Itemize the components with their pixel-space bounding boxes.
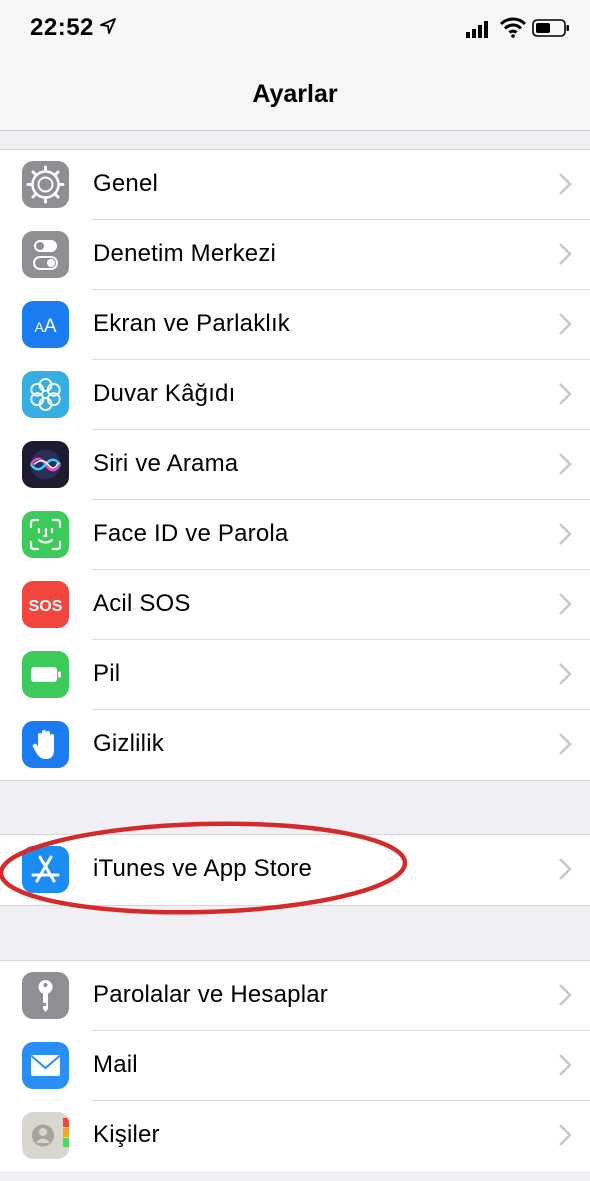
settings-row-genel[interactable]: Genel	[0, 150, 590, 220]
text-size-icon: AA	[22, 301, 69, 348]
navigation-bar: Ayarlar	[0, 58, 590, 131]
settings-group-3: Parolalar ve Hesaplar Mail Kişiler	[0, 960, 590, 1171]
chevron-right-icon	[559, 1054, 572, 1076]
chevron-right-icon	[559, 733, 572, 755]
cellular-signal-icon	[466, 21, 488, 38]
app-store-icon	[22, 846, 69, 893]
settings-row-denetim-merkezi[interactable]: Denetim Merkezi	[0, 220, 590, 290]
settings-row-label: iTunes ve App Store	[93, 855, 313, 882]
hand-icon	[22, 721, 69, 768]
face-id-icon	[22, 511, 69, 558]
status-time: 22:52	[30, 14, 94, 41]
location-arrow-icon	[100, 18, 116, 34]
settings-row-kisiler[interactable]: Kişiler	[0, 1101, 590, 1171]
settings-row-label: Siri ve Arama	[93, 450, 239, 477]
settings-group-2: iTunes ve App Store	[0, 834, 590, 906]
chevron-right-icon	[559, 593, 572, 615]
chevron-right-icon	[559, 453, 572, 475]
svg-text:AA: AA	[34, 316, 56, 337]
chevron-right-icon	[559, 858, 572, 880]
settings-row-label: Face ID ve Parola	[93, 520, 289, 547]
settings-row-label: Kişiler	[93, 1121, 160, 1148]
wifi-icon	[500, 17, 526, 38]
settings-row-label: Gizlilik	[93, 730, 164, 757]
settings-row-gizlilik[interactable]: Gizlilik	[0, 710, 590, 780]
settings-row-pil[interactable]: Pil	[0, 640, 590, 710]
flower-icon	[22, 371, 69, 418]
settings-row-ekran-ve-parlaklik[interactable]: AA Ekran ve Parlaklık	[0, 290, 590, 360]
siri-icon	[22, 441, 69, 488]
sos-icon: SOS	[22, 581, 69, 628]
settings-row-label: Genel	[93, 170, 159, 197]
settings-row-label: Parolalar ve Hesaplar	[93, 981, 328, 1008]
chevron-right-icon	[559, 243, 572, 265]
chevron-right-icon	[559, 383, 572, 405]
settings-row-label: Denetim Merkezi	[93, 240, 277, 267]
toggles-icon	[22, 231, 69, 278]
settings-row-label: Acil SOS	[93, 590, 191, 617]
settings-row-itunes-ve-app-store[interactable]: iTunes ve App Store	[0, 835, 590, 905]
battery-icon	[532, 19, 569, 37]
settings-row-siri-ve-arama[interactable]: Siri ve Arama	[0, 430, 590, 500]
svg-text:SOS: SOS	[29, 598, 63, 615]
settings-row-label: Mail	[93, 1051, 138, 1078]
settings-row-label: Duvar Kâğıdı	[93, 380, 236, 407]
settings-row-parolalar-ve-hesaplar[interactable]: Parolalar ve Hesaplar	[0, 961, 590, 1031]
contacts-icon	[22, 1112, 69, 1159]
chevron-right-icon	[559, 984, 572, 1006]
chevron-right-icon	[559, 173, 572, 195]
key-icon	[22, 972, 69, 1019]
settings-group-1: Genel Denetim Merkezi AA Ekran ve Parlak…	[0, 149, 590, 781]
settings-row-acil-sos[interactable]: SOS Acil SOS	[0, 570, 590, 640]
chevron-right-icon	[559, 663, 572, 685]
page-title: Ayarlar	[252, 80, 338, 108]
chevron-right-icon	[559, 313, 572, 335]
settings-row-mail[interactable]: Mail	[0, 1031, 590, 1101]
status-bar: 22:52	[0, 0, 590, 58]
chevron-right-icon	[559, 523, 572, 545]
settings-row-face-id-ve-parola[interactable]: Face ID ve Parola	[0, 500, 590, 570]
mail-icon	[22, 1042, 69, 1089]
gear-icon	[22, 161, 69, 208]
settings-row-label: Pil	[93, 660, 121, 687]
settings-row-label: Ekran ve Parlaklık	[93, 310, 291, 337]
settings-row-duvar-kagidi[interactable]: Duvar Kâğıdı	[0, 360, 590, 430]
chevron-right-icon	[559, 1124, 572, 1146]
battery-app-icon	[22, 651, 69, 698]
